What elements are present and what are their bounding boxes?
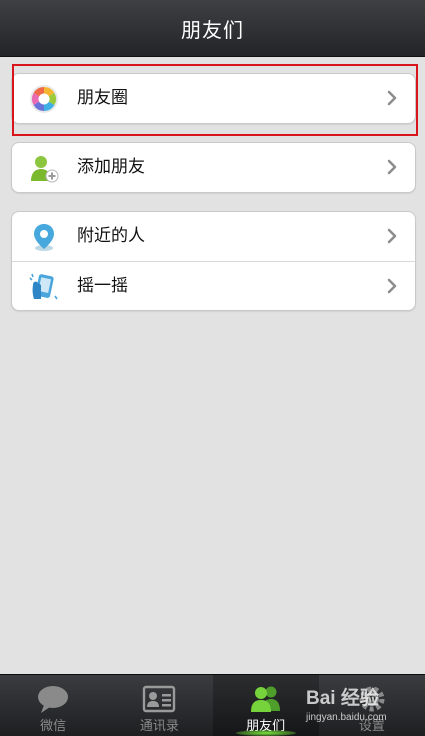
add-friend-group: 添加朋友 — [11, 142, 416, 193]
menu-item-moments[interactable]: 朋友圈 — [12, 74, 415, 123]
discover-group: 附近的人 摇一摇 — [11, 211, 416, 311]
menu-item-nearby[interactable]: 附近的人 — [12, 212, 415, 261]
moments-aperture-icon — [30, 85, 58, 113]
menu-item-add-friend[interactable]: 添加朋友 — [12, 143, 415, 192]
chevron-right-icon — [387, 278, 397, 294]
active-tab-glow — [235, 730, 296, 736]
chevron-right-icon — [387, 90, 397, 106]
baidu-watermark: Bai 经验 jingyan.baidu.com — [306, 681, 424, 733]
chevron-right-icon — [387, 228, 397, 244]
chat-bubble-icon — [38, 686, 69, 713]
menu-item-label: 添加朋友 — [77, 157, 145, 177]
header-bar: 朋友们 — [0, 0, 425, 57]
chevron-right-icon — [387, 159, 397, 175]
page-title: 朋友们 — [181, 17, 244, 42]
tab-contacts[interactable]: 通讯录 — [106, 675, 212, 736]
tab-chats[interactable]: 微信 — [0, 675, 106, 736]
contacts-card-icon — [143, 685, 176, 713]
tab-label: 微信 — [40, 719, 67, 734]
watermark-main-text: Bai 经验 — [306, 688, 379, 709]
moments-group: 朋友圈 — [11, 73, 416, 124]
tab-friends[interactable]: 朋友们 — [212, 675, 319, 736]
tab-label: 通讯录 — [139, 719, 179, 734]
menu-item-shake[interactable]: 摇一摇 — [12, 261, 415, 310]
location-pin-icon — [34, 224, 54, 251]
watermark-sub-text: jingyan.baidu.com — [306, 712, 387, 723]
menu-item-label: 摇一摇 — [77, 276, 128, 296]
menu-item-label: 朋友圈 — [77, 88, 128, 108]
friends-icon — [250, 686, 280, 712]
menu-item-label: 附近的人 — [77, 226, 145, 246]
add-friend-icon — [31, 156, 59, 183]
shake-phone-icon — [29, 273, 58, 300]
